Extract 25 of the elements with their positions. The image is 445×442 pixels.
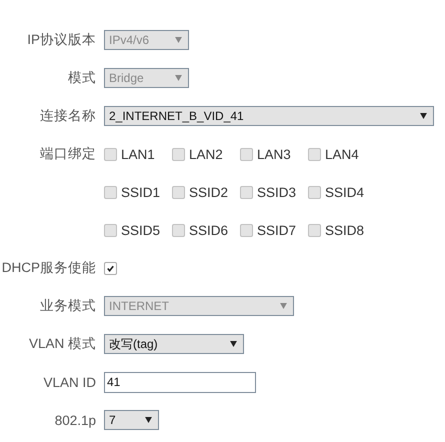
select-field[interactable]: 改写(tag) (104, 334, 244, 354)
checkbox-label: LAN2 (189, 146, 223, 162)
select-field[interactable]: 2_INTERNET_B_VID_41 (104, 106, 434, 126)
checkbox-label: SSID8 (325, 222, 364, 238)
checkbox-label: LAN4 (325, 146, 359, 162)
field-label: 模式 (67, 69, 96, 87)
field-label: 802.1p (54, 412, 96, 428)
checkbox-label: LAN1 (121, 146, 155, 162)
checkbox-label: SSID2 (189, 184, 228, 200)
checkbox-label: LAN3 (257, 146, 291, 162)
checkbox-label: SSID6 (189, 222, 228, 238)
field-label: 端口绑定 (39, 145, 96, 163)
field-label: VLAN ID (42, 374, 96, 390)
checkbox-label: SSID3 (257, 184, 296, 200)
checkbox-label: SSID4 (325, 184, 364, 200)
field-label: VLAN 模式 (28, 335, 96, 353)
input-field[interactable]: 41 (104, 372, 256, 392)
checkbox-label: SSID1 (121, 184, 160, 200)
field-label: 业务模式 (39, 297, 96, 315)
checkbox-label: SSID7 (257, 222, 296, 238)
field-label: IP协议版本 (26, 31, 96, 49)
field-label: 连接名称 (39, 107, 96, 125)
checkbox-label: SSID5 (121, 222, 160, 238)
select-field[interactable]: 7 (104, 410, 159, 430)
field-label: DHCP服务使能 (0, 259, 96, 277)
